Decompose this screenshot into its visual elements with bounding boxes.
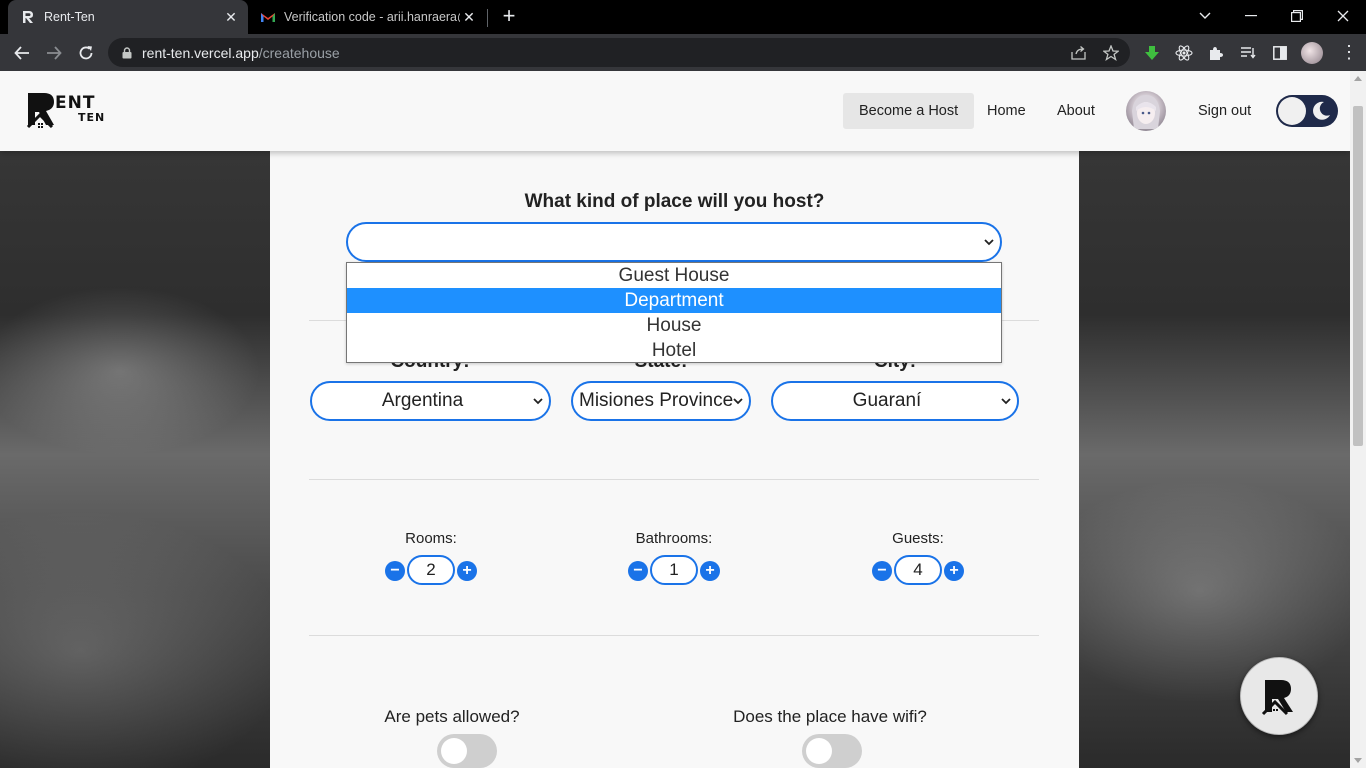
chevron-down-icon — [533, 398, 543, 405]
browser-profile-avatar[interactable] — [1301, 42, 1323, 64]
country-select[interactable]: Argentina — [310, 381, 551, 421]
browser-menu-icon[interactable]: ⋮ — [1340, 42, 1358, 64]
city-value: Guaraní — [852, 390, 922, 411]
bathrooms-value[interactable]: 1 — [650, 555, 698, 585]
page-scrollbar[interactable] — [1350, 71, 1366, 768]
close-window-icon[interactable] — [1320, 0, 1366, 32]
option-hotel[interactable]: Hotel — [347, 338, 1001, 363]
address-bar[interactable]: rent-ten.vercel.app/createhouse — [108, 38, 1130, 67]
react-devtools-icon[interactable] — [1174, 43, 1194, 63]
reload-icon[interactable] — [73, 40, 99, 66]
rooms-increment-button[interactable]: + — [457, 561, 477, 581]
side-panel-icon[interactable] — [1270, 43, 1290, 63]
bookmark-star-icon[interactable] — [1102, 44, 1120, 62]
close-tab-icon[interactable]: ✕ — [222, 8, 240, 26]
scroll-up-arrow-icon[interactable] — [1354, 76, 1362, 81]
forward-arrow-icon[interactable] — [41, 40, 67, 66]
site-header: ENT TEN Become a Host Home About Sign ou… — [0, 71, 1350, 151]
rent-ten-logo-icon — [1261, 680, 1293, 716]
chevron-down-icon — [733, 398, 743, 405]
tab-title: Verification code - arii.hanraera@ — [284, 10, 460, 24]
logo-text-top: ENT — [55, 93, 96, 113]
become-host-link[interactable]: Become a Host — [843, 93, 975, 129]
logo-text-bottom: TEN — [78, 111, 106, 124]
bathrooms-label: Bathrooms: — [635, 530, 713, 547]
share-icon[interactable] — [1070, 44, 1088, 62]
url-path: /createhouse — [258, 44, 340, 61]
tab-title: Rent-Ten — [44, 10, 95, 24]
scroll-thumb[interactable] — [1353, 106, 1363, 446]
rent-ten-logo[interactable]: ENT TEN — [26, 89, 110, 133]
create-house-form: What kind of place will you host? Guest … — [270, 151, 1079, 768]
guests-increment-button[interactable]: + — [944, 561, 964, 581]
guests-label: Guests: — [892, 530, 944, 547]
url-host: rent-ten.vercel.app — [142, 44, 259, 61]
guests-value[interactable]: 4 — [894, 555, 942, 585]
tab-search-icon[interactable] — [1182, 0, 1228, 32]
close-tab-icon[interactable]: ✕ — [460, 8, 478, 26]
place-type-dropdown: Guest House Department House Hotel — [346, 262, 1002, 363]
bathrooms-counter: − 1 + — [594, 555, 754, 585]
guests-decrement-button[interactable]: − — [872, 561, 892, 581]
toggle-knob — [441, 738, 467, 764]
scroll-down-arrow-icon[interactable] — [1354, 758, 1362, 763]
new-tab-icon[interactable]: + — [498, 5, 520, 28]
restore-icon[interactable] — [1274, 0, 1320, 32]
back-arrow-icon[interactable] — [9, 40, 35, 66]
tab-rent-ten[interactable]: Rent-Ten ✕ — [8, 0, 248, 34]
download-extension-icon[interactable] — [1142, 43, 1162, 63]
section-divider — [309, 479, 1039, 480]
browser-toolbar: rent-ten.vercel.app/createhouse ⋮ — [0, 34, 1366, 71]
chevron-down-icon — [1001, 398, 1011, 405]
dark-mode-toggle[interactable] — [1276, 95, 1338, 127]
lock-icon[interactable] — [120, 46, 134, 60]
rooms-label: Rooms: — [405, 530, 457, 547]
option-department[interactable]: Department — [347, 288, 1001, 313]
state-value: Misiones Province — [579, 390, 734, 411]
wifi-toggle[interactable] — [802, 734, 862, 768]
country-value: Argentina — [381, 390, 464, 411]
rent-ten-favicon-icon — [20, 9, 36, 25]
gmail-icon — [260, 9, 276, 25]
reading-list-icon[interactable] — [1238, 43, 1258, 63]
place-type-question: What kind of place will you host? — [524, 191, 825, 212]
place-type-select[interactable] — [346, 222, 1002, 262]
sign-out-link[interactable]: Sign out — [1182, 93, 1267, 129]
toggle-knob — [1278, 97, 1306, 125]
browser-tab-bar: Rent-Ten ✕ Verification code - arii.hanr… — [0, 0, 1366, 34]
home-link[interactable]: Home — [971, 93, 1042, 129]
tab-separator — [487, 9, 488, 27]
wifi-question: Does the place have wifi? — [733, 707, 927, 726]
rooms-value[interactable]: 2 — [407, 555, 455, 585]
moon-icon — [1313, 101, 1330, 120]
pets-question: Are pets allowed? — [384, 707, 520, 726]
option-guest-house[interactable]: Guest House — [347, 263, 1001, 288]
rooms-counter: − 2 + — [351, 555, 511, 585]
rent-ten-chat-button[interactable] — [1240, 657, 1318, 735]
city-select[interactable]: Guaraní — [771, 381, 1019, 421]
state-select[interactable]: Misiones Province — [571, 381, 751, 421]
toggle-knob — [806, 738, 832, 764]
minimize-icon[interactable] — [1228, 0, 1274, 32]
bathrooms-increment-button[interactable]: + — [700, 561, 720, 581]
chevron-down-icon — [984, 239, 994, 246]
option-house[interactable]: House — [347, 313, 1001, 338]
rooms-decrement-button[interactable]: − — [385, 561, 405, 581]
extensions-puzzle-icon[interactable] — [1206, 43, 1226, 63]
about-link[interactable]: About — [1041, 93, 1111, 129]
url-text: rent-ten.vercel.app/createhouse — [142, 45, 340, 61]
section-divider — [309, 635, 1039, 636]
page-viewport: ENT TEN Become a Host Home About Sign ou… — [0, 71, 1350, 768]
guests-counter: − 4 + — [838, 555, 998, 585]
bathrooms-decrement-button[interactable]: − — [628, 561, 648, 581]
tab-gmail[interactable]: Verification code - arii.hanraera@ ✕ — [250, 0, 486, 34]
user-avatar[interactable] — [1126, 91, 1166, 131]
pets-allowed-toggle[interactable] — [437, 734, 497, 768]
